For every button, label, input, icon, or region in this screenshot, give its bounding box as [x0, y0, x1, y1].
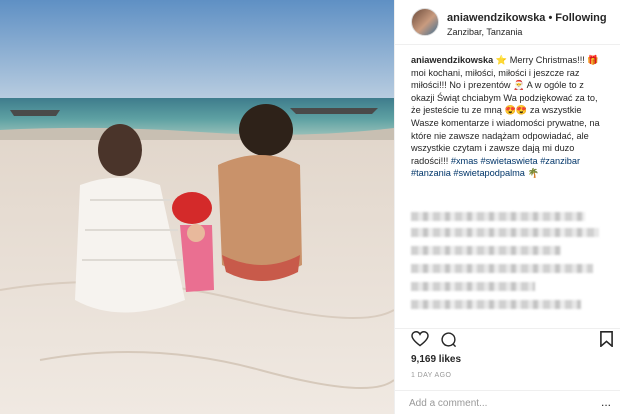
bookmark-icon[interactable]: [600, 331, 613, 347]
username-line: aniawendzikowska • Following: [447, 12, 607, 24]
caption-username[interactable]: aniawendzikowska: [411, 55, 493, 65]
avatar[interactable]: [411, 8, 439, 36]
separator-dot: •: [548, 12, 553, 24]
more-options-icon[interactable]: ...: [601, 395, 611, 409]
caption-text: ⭐ Merry Christmas!!! 🎁 moi kochani, miło…: [411, 55, 600, 166]
following-button[interactable]: Following: [555, 12, 606, 24]
blurred-comments: [411, 208, 607, 326]
instagram-post: aniawendzikowska • Following Zanzibar, Tan…: [0, 0, 620, 414]
username-link[interactable]: aniawendzikowska: [447, 12, 545, 24]
speech-bubble-icon[interactable]: [440, 331, 457, 348]
action-bar: [395, 328, 620, 350]
location-link[interactable]: Zanzibar, Tanzania: [447, 27, 522, 37]
comment-bar: ...: [395, 390, 620, 414]
timestamp[interactable]: 1 DAY AGO: [411, 372, 451, 379]
comment-input[interactable]: [409, 396, 589, 410]
post-photo[interactable]: [0, 0, 394, 414]
beach-photo: [0, 0, 394, 414]
post-sidebar: aniawendzikowska • Following Zanzibar, Tan…: [394, 0, 620, 414]
caption: aniawendzikowska ⭐ Merry Christmas!!! 🎁 …: [411, 54, 607, 180]
likes-count[interactable]: 9,169 likes: [411, 354, 461, 365]
heart-icon[interactable]: [411, 331, 429, 347]
post-header: aniawendzikowska • Following Zanzibar, Tan…: [395, 0, 620, 45]
